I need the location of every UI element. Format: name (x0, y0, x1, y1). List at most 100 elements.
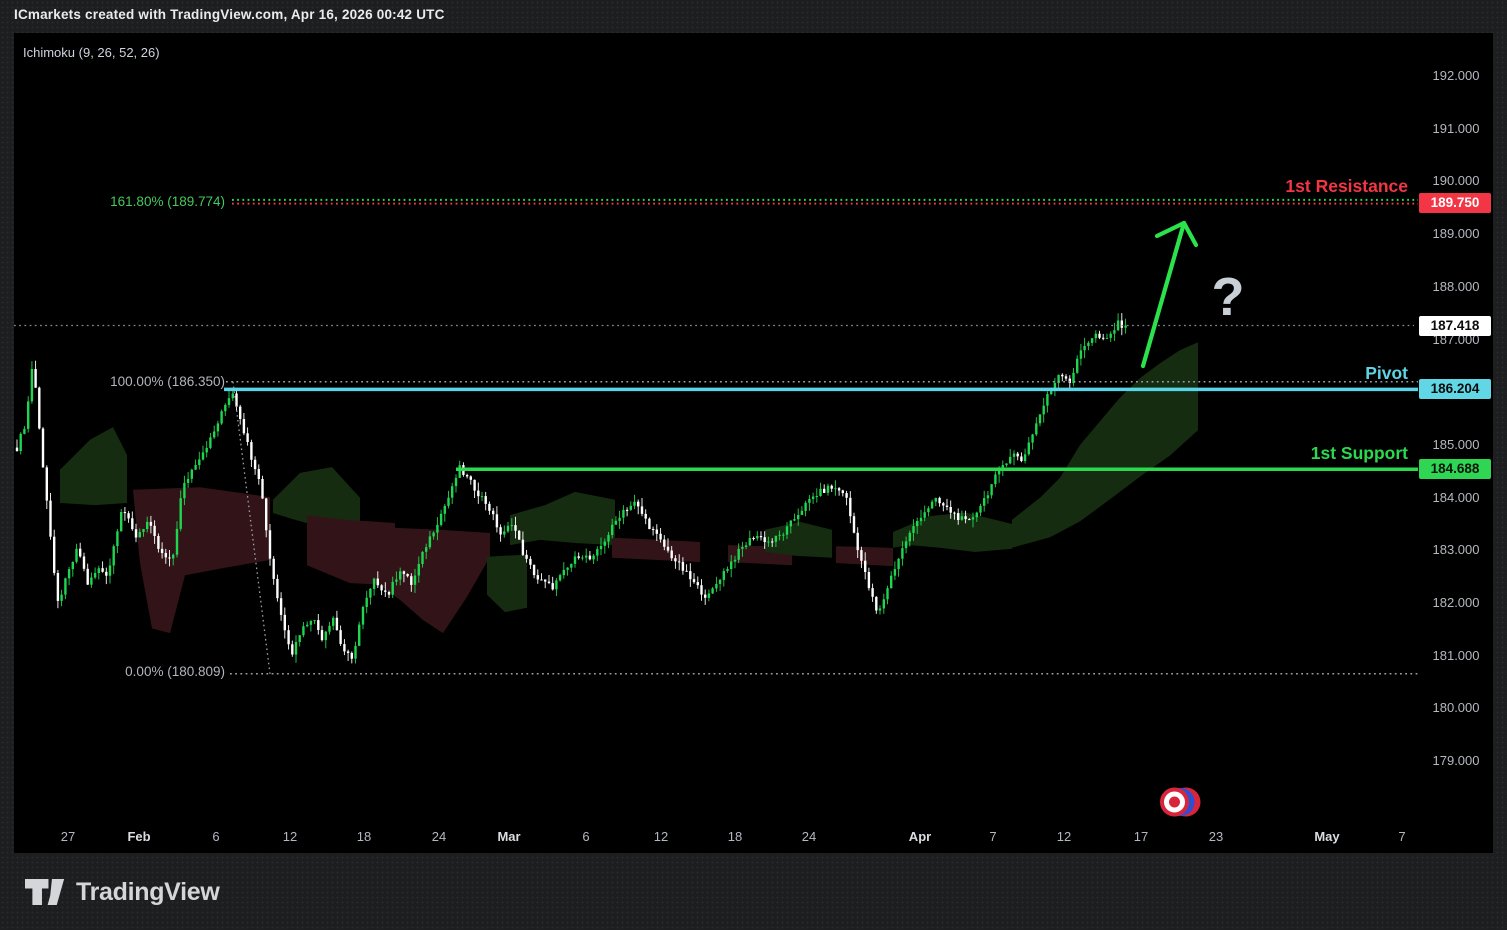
candle-body (459, 465, 461, 478)
candle-body (392, 582, 394, 595)
candle-body (514, 525, 516, 531)
x-axis-label-24: 24 (802, 829, 816, 844)
projection-arrow[interactable] (1143, 223, 1184, 366)
candle-body (711, 588, 713, 593)
candle-body (23, 429, 25, 434)
ichimoku-cloud-green (893, 513, 1012, 553)
candle-body (842, 490, 844, 493)
candle-body (566, 568, 568, 570)
candle-body (671, 551, 673, 559)
time-axis[interactable]: 27Feb6121824Mar6121824Apr7121723May7 (0, 829, 1507, 849)
candle-body (693, 579, 695, 582)
ichimoku-cloud-green (510, 492, 615, 545)
candle-body (596, 549, 598, 556)
chart-canvas[interactable] (0, 0, 1507, 930)
candle-body (607, 535, 609, 542)
candle-body (485, 496, 487, 504)
candle-body (905, 541, 907, 548)
indicator-label[interactable]: Ichimoku (9, 26, 52, 26) (23, 45, 160, 60)
x-axis-label-12: 12 (1057, 829, 1071, 844)
candle-body (738, 549, 740, 560)
candle-body (421, 552, 423, 564)
candle-body (938, 498, 940, 503)
ichimoku-cloud-green (487, 555, 527, 613)
candle-body (756, 536, 758, 538)
candle-body (135, 529, 137, 537)
candle-body (146, 522, 148, 529)
candle-body (351, 653, 353, 659)
candle-body (804, 503, 806, 511)
candle-body (782, 535, 784, 536)
candle-body (790, 521, 792, 527)
candle-body (440, 514, 442, 525)
candle-body (410, 576, 412, 585)
candle-body (1106, 338, 1108, 339)
candle-body (819, 489, 821, 496)
candle-body (994, 474, 996, 484)
candle-body (942, 503, 944, 505)
candle-body (838, 488, 840, 490)
candle-body (559, 575, 561, 580)
candle-body (1076, 359, 1078, 373)
candle-body (529, 559, 531, 565)
tradingview-logo-text: TradingView (76, 878, 220, 907)
candle-body (1087, 343, 1089, 346)
candle-body (764, 537, 766, 542)
candle-body (734, 560, 736, 562)
candle-body (258, 469, 260, 479)
candle-body (708, 594, 710, 598)
candle-body (75, 549, 77, 562)
y-axis-label: 185.000 (1419, 437, 1493, 452)
candle-body (581, 558, 583, 559)
candle-body (674, 558, 676, 561)
candle-body (295, 642, 297, 655)
candle-body (615, 521, 617, 525)
question-mark-annotation: ? (1204, 266, 1252, 328)
candle-body (950, 507, 952, 513)
candle-body (912, 526, 914, 533)
y-axis-label: 188.000 (1419, 279, 1493, 294)
fib-level-label-0: 0.00% (180.809) (30, 664, 225, 680)
candle-body (1046, 394, 1048, 406)
candle-body (105, 572, 107, 576)
support-label: 1st Support (1150, 443, 1408, 463)
candle-body (287, 630, 289, 644)
candle-body (49, 501, 51, 537)
candle-body (373, 579, 375, 589)
candle-body (1102, 338, 1104, 339)
candle-body (983, 498, 985, 506)
candle-body (403, 571, 405, 574)
candle-body (202, 452, 204, 459)
candle-body (87, 569, 89, 585)
candle-body (760, 536, 762, 537)
candle-body (1113, 330, 1115, 334)
price-tag-189.750: 189.750 (1419, 193, 1491, 213)
candle-body (384, 590, 386, 592)
candle-body (871, 588, 873, 597)
candle-body (153, 526, 155, 536)
candle-body (313, 620, 315, 621)
y-axis-label: 181.000 (1419, 648, 1493, 663)
price-axis[interactable]: 192.000191.000190.000189.000188.000187.0… (1419, 33, 1493, 853)
candle-body (291, 644, 293, 654)
candle-body (946, 506, 948, 507)
candle-body (924, 512, 926, 518)
candle-body (239, 407, 241, 419)
candle-body (964, 516, 966, 519)
candle-body (488, 504, 490, 511)
candle-body (325, 632, 327, 640)
candle-body (574, 556, 576, 564)
candle-body (455, 478, 457, 486)
candle-body (16, 448, 18, 451)
candle-body (157, 536, 159, 549)
candle-body (217, 423, 219, 431)
candle-body (1095, 334, 1097, 339)
candle-body (27, 401, 29, 429)
candle-body (522, 540, 524, 555)
candle-body (648, 519, 650, 529)
candle-body (213, 432, 215, 438)
candle-body (808, 499, 810, 503)
candle-body (109, 566, 111, 576)
candle-body (1110, 334, 1112, 338)
candle-body (1065, 376, 1067, 378)
